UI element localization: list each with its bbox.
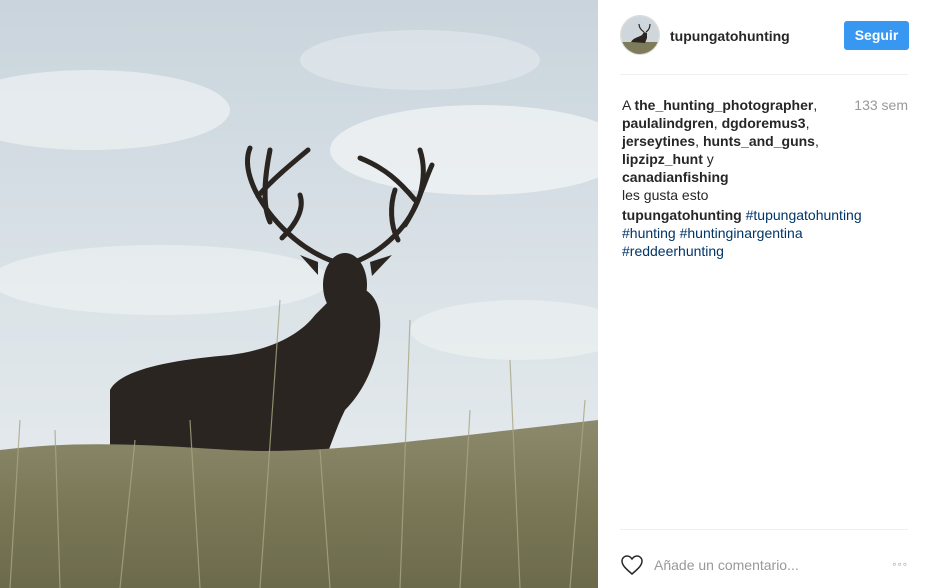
separator: , xyxy=(813,97,818,113)
header-divider xyxy=(620,74,908,75)
avatar[interactable] xyxy=(620,15,660,55)
footer-divider xyxy=(620,529,908,530)
post-time[interactable]: 133 sem xyxy=(854,96,908,114)
hashtag-link[interactable]: #tupungatohunting xyxy=(746,207,862,223)
liker-link[interactable]: paulalindgren xyxy=(622,115,714,131)
comment-input[interactable] xyxy=(654,555,864,575)
liker-link[interactable]: dgdoremus3 xyxy=(722,115,806,131)
caption-author[interactable]: tupungatohunting xyxy=(622,207,742,223)
likes-summary: 133 sem A the_hunting_photographer, paul… xyxy=(622,96,908,204)
separator: , xyxy=(814,133,819,149)
likes-prefix: A xyxy=(622,97,635,113)
hashtag-link[interactable]: #hunting xyxy=(622,225,676,241)
liker-link[interactable]: lipzipz_hunt xyxy=(622,151,703,167)
more-options-icon[interactable]: ◦◦◦ xyxy=(884,557,908,571)
comment-bar: ◦◦◦ xyxy=(620,553,908,577)
and-word: y xyxy=(702,151,714,167)
username[interactable]: tupungatohunting xyxy=(670,28,790,44)
deer-avatar-icon xyxy=(621,16,659,54)
hashtag-link[interactable]: #huntinginargentina xyxy=(680,225,803,241)
post-panel: tupungatohunting Seguir 133 sem A the_hu… xyxy=(598,0,926,588)
liker-link[interactable]: the_hunting_photographer xyxy=(634,97,813,113)
separator: , xyxy=(695,133,703,149)
post-header: tupungatohunting Seguir xyxy=(620,15,909,57)
liker-link[interactable]: canadianfishing xyxy=(622,169,729,185)
likes-text: A the_hunting_photographer, paulalindgre… xyxy=(622,96,822,204)
separator: , xyxy=(713,115,722,131)
liker-link[interactable]: hunts_and_guns xyxy=(703,133,815,149)
post-caption: tupungatohunting #tupungatohunting #hunt… xyxy=(622,206,892,260)
liker-link[interactable]: jerseytines xyxy=(622,133,695,149)
likes-suffix: les gusta esto xyxy=(622,187,709,203)
hashtag-link[interactable]: #reddeerhunting xyxy=(622,243,724,259)
separator: , xyxy=(805,115,810,131)
post-photo[interactable] xyxy=(0,0,598,588)
heart-icon[interactable] xyxy=(620,553,644,577)
follow-button[interactable]: Seguir xyxy=(844,21,909,50)
